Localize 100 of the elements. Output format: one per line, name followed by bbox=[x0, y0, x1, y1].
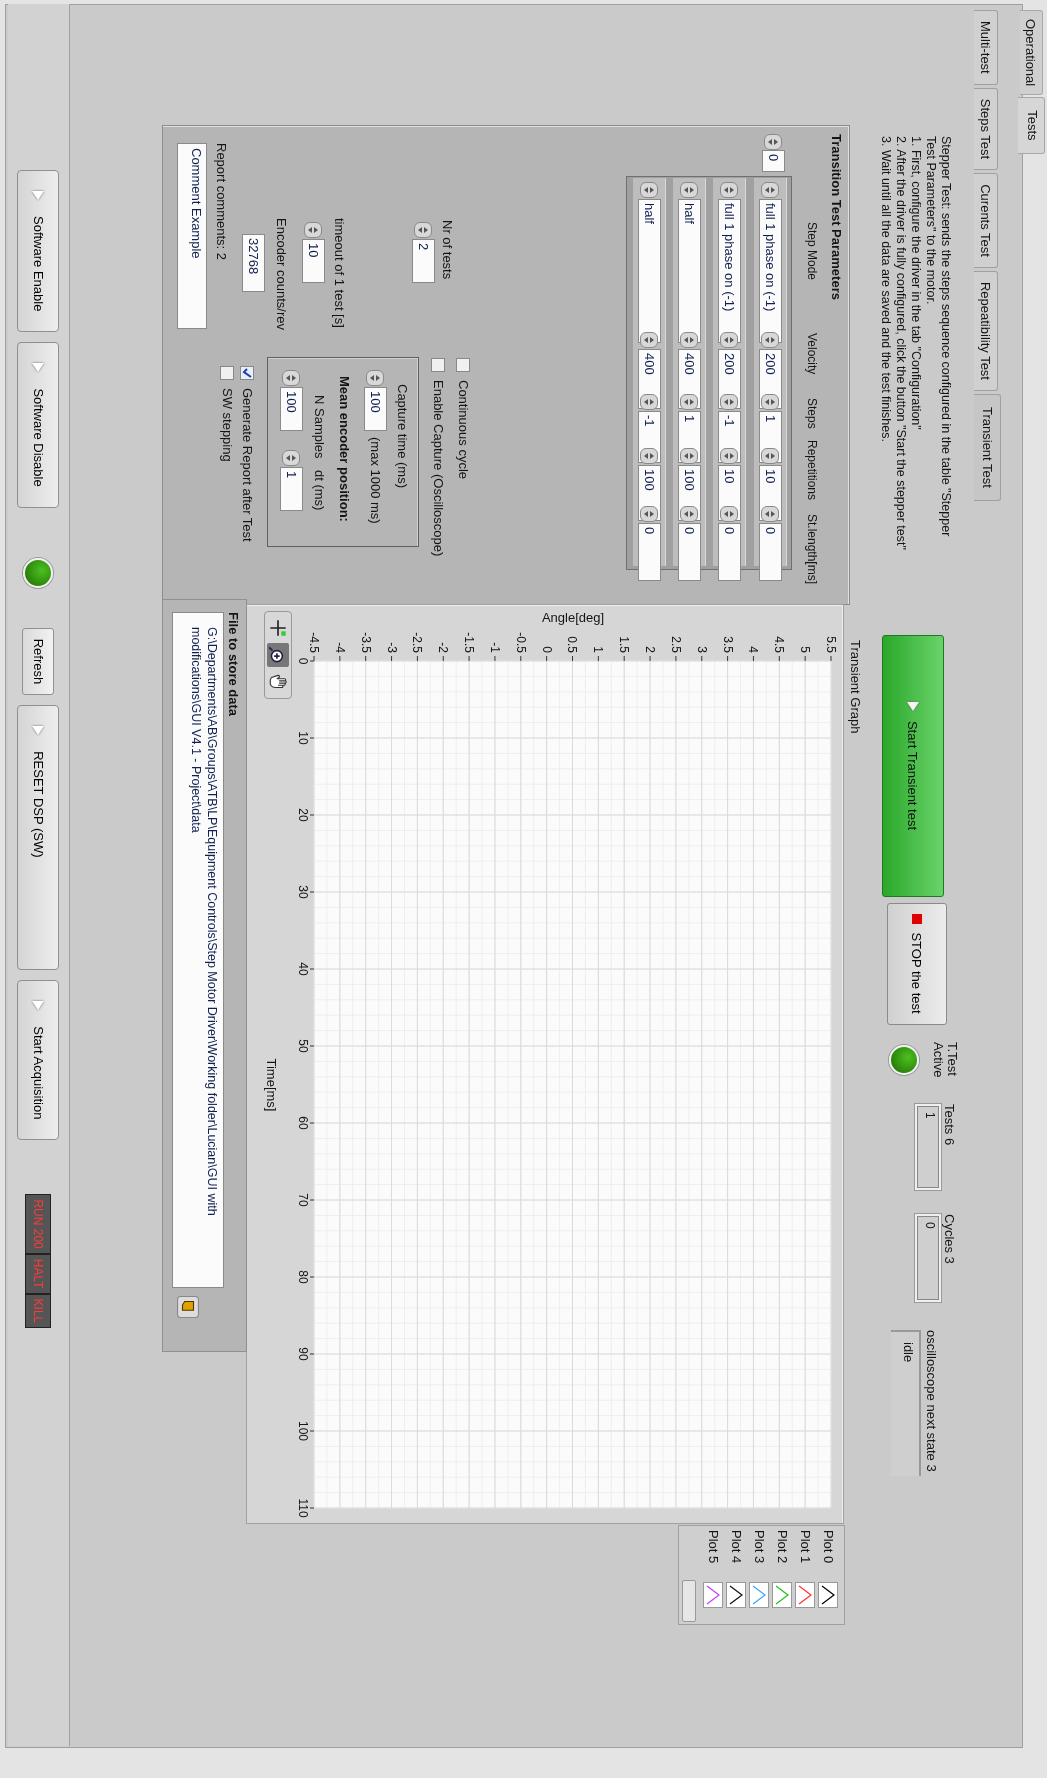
tab[interactable]: Repeatibility Test bbox=[974, 270, 998, 391]
numeric-field[interactable]: 0 bbox=[638, 523, 661, 581]
axis-tick-label: -1 bbox=[486, 641, 503, 653]
plot-line-swatch[interactable] bbox=[703, 1582, 724, 1608]
spin-buttons[interactable] bbox=[720, 448, 739, 464]
status-tag: HALT bbox=[25, 1253, 52, 1294]
tab[interactable]: Tests bbox=[1018, 97, 1045, 154]
axis-tick-label: -4 bbox=[331, 641, 348, 653]
field-label: Capture time (ms) bbox=[395, 384, 410, 489]
spin-buttons[interactable] bbox=[640, 506, 659, 522]
graph-label: Transient Graph bbox=[848, 640, 863, 734]
step-mode-field[interactable]: full 1 phase on (-1) bbox=[718, 199, 741, 343]
tab[interactable]: Transient Test bbox=[974, 394, 1001, 501]
spin-buttons[interactable] bbox=[720, 332, 739, 348]
numeric-field[interactable]: 2 bbox=[412, 239, 435, 283]
start-button[interactable]: Start Transient test bbox=[882, 635, 944, 897]
spin-buttons[interactable] bbox=[680, 394, 699, 410]
tab[interactable]: Operational bbox=[1020, 10, 1043, 96]
spin-buttons[interactable] bbox=[720, 506, 739, 522]
instruction-text: 3. Wait until all the data are saved and the test finishes. bbox=[878, 136, 893, 444]
checkbox[interactable] bbox=[220, 366, 235, 380]
tab[interactable]: Multi-test bbox=[974, 10, 998, 85]
indicator-label: Tests 6 bbox=[942, 1104, 957, 1146]
spin-buttons[interactable] bbox=[720, 182, 739, 198]
axis-tick-label: 3.5 bbox=[719, 635, 736, 653]
toggle-button[interactable]: Software Enable bbox=[17, 170, 60, 333]
legend-label: Plot 5 bbox=[706, 1530, 721, 1566]
field-label: Report comments: 2 bbox=[214, 143, 229, 261]
checkbox[interactable] bbox=[431, 358, 446, 372]
spin-buttons[interactable] bbox=[680, 448, 699, 464]
zoom-icon[interactable] bbox=[267, 643, 289, 667]
numeric-indicator: 0 bbox=[915, 1214, 941, 1302]
axis-tick-label: 4 bbox=[745, 645, 762, 653]
spin-buttons[interactable] bbox=[366, 370, 385, 386]
spin-buttons[interactable] bbox=[761, 332, 780, 348]
numeric-field[interactable]: 0 bbox=[718, 523, 741, 581]
plot-line-swatch[interactable] bbox=[749, 1582, 770, 1608]
tab[interactable]: Curents Test bbox=[974, 173, 998, 268]
spin-buttons[interactable] bbox=[640, 448, 659, 464]
axis-tick-label: 20 bbox=[295, 807, 311, 824]
plot-line-swatch[interactable] bbox=[818, 1582, 839, 1608]
plot-line-swatch[interactable] bbox=[795, 1582, 816, 1608]
spin-buttons[interactable] bbox=[304, 222, 323, 238]
folder-icon[interactable] bbox=[177, 1296, 199, 1318]
stop-button[interactable]: STOP the test bbox=[887, 903, 947, 1025]
array-index-field[interactable]: 0 bbox=[762, 150, 785, 172]
spin-buttons[interactable] bbox=[764, 134, 783, 150]
checkbox-label: SW stepping bbox=[220, 388, 235, 462]
field-label: Nr of tests bbox=[440, 220, 455, 280]
toggle-button[interactable]: RESET DSP (SW) bbox=[17, 705, 60, 971]
spin-buttons[interactable] bbox=[761, 448, 780, 464]
spin-buttons[interactable] bbox=[720, 394, 739, 410]
axis-title: Time[ms] bbox=[264, 1057, 279, 1114]
spin-buttons[interactable] bbox=[761, 506, 780, 522]
plot-line-swatch[interactable] bbox=[772, 1582, 793, 1608]
spin-buttons[interactable] bbox=[680, 182, 699, 198]
numeric-field[interactable]: 10 bbox=[302, 239, 325, 283]
spin-buttons[interactable] bbox=[640, 394, 659, 410]
spin-buttons[interactable] bbox=[640, 182, 659, 198]
step-mode-field[interactable]: half bbox=[678, 199, 701, 343]
checkbox[interactable] bbox=[240, 366, 255, 380]
field-label: N Samples bbox=[312, 395, 327, 459]
checkbox[interactable] bbox=[456, 358, 471, 372]
plot-line-swatch[interactable] bbox=[726, 1582, 747, 1608]
spin-buttons[interactable] bbox=[680, 506, 699, 522]
axis-tick-label: 70 bbox=[295, 1192, 311, 1209]
indicator-label: Cycles 3 bbox=[942, 1214, 957, 1264]
spin-buttons[interactable] bbox=[414, 222, 433, 238]
spin-buttons[interactable] bbox=[282, 450, 301, 466]
legend-label: Plot 2 bbox=[775, 1530, 790, 1566]
numeric-field[interactable]: 100 bbox=[364, 387, 387, 431]
scroll-bar[interactable] bbox=[682, 1580, 696, 1622]
tab[interactable]: Steps Test bbox=[974, 87, 998, 171]
spin-buttons[interactable] bbox=[761, 182, 780, 198]
step-mode-field[interactable]: half bbox=[638, 199, 661, 343]
axis-tick-label: -2 bbox=[435, 641, 452, 653]
panel-title: Transition Test Parameters bbox=[829, 134, 844, 300]
spin-buttons[interactable] bbox=[282, 370, 301, 386]
checkbox-label: Continuous cycle bbox=[456, 380, 471, 479]
numeric-field[interactable]: 0 bbox=[678, 523, 701, 581]
numeric-field[interactable]: 100 bbox=[280, 387, 303, 431]
spin-buttons[interactable] bbox=[640, 332, 659, 348]
toggle-button[interactable]: Start Acquisition bbox=[17, 980, 60, 1141]
step-mode-field[interactable]: full 1 phase on (-1) bbox=[759, 199, 782, 343]
path-field[interactable]: G:\Departments\AB\Groups\ATB\LP\Equipment Controls\Step Motor Driver\Working folder\Lucian\GUI with modifications\GUI V4.1 - Project\data bbox=[172, 612, 224, 1288]
comment-field[interactable]: Comment Example bbox=[177, 143, 207, 329]
refresh-button[interactable]: Refresh bbox=[22, 627, 55, 696]
axis-tick-label: 4.5 bbox=[771, 635, 788, 653]
axis-tick-label: 100 bbox=[295, 1420, 311, 1443]
numeric-field[interactable]: 1 bbox=[280, 467, 303, 511]
spin-buttons[interactable] bbox=[761, 394, 780, 410]
spin-buttons[interactable] bbox=[680, 332, 699, 348]
axis-tick-label: -2.5 bbox=[409, 631, 426, 653]
numeric-field[interactable]: 32768 bbox=[242, 234, 265, 292]
field-label: dt (ms) bbox=[312, 470, 327, 511]
axis-tick-label: 5 bbox=[797, 645, 814, 653]
column-header: Step Mode bbox=[805, 222, 819, 281]
toggle-button[interactable]: Software Disable bbox=[17, 342, 60, 508]
legend-label: Plot 0 bbox=[821, 1530, 836, 1566]
numeric-field[interactable]: 0 bbox=[759, 523, 782, 581]
